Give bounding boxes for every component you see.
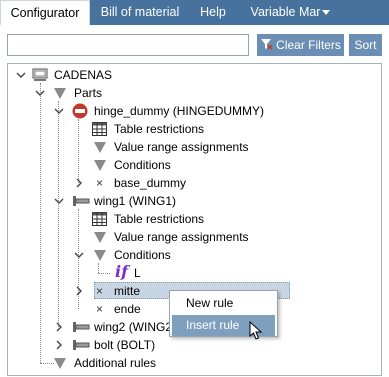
if-keyword: if (115, 262, 128, 281)
tree-node-table-restrictions[interactable]: Table restrictions (0, 120, 389, 138)
stop-icon (72, 103, 88, 119)
tab-help[interactable]: Help (193, 0, 233, 25)
tree-node-label: L (134, 266, 141, 280)
chevron-down-icon[interactable] (54, 196, 64, 206)
sort-button[interactable]: Sort (349, 34, 382, 56)
part-icon (73, 340, 90, 350)
tree-node-parts[interactable]: Parts (0, 84, 389, 102)
tab-bill-of-material[interactable]: Bill of material (92, 0, 188, 25)
tree-line (98, 273, 110, 274)
tree-node-label: Conditions (114, 158, 171, 172)
tree-node-value-range-assignments[interactable]: Value range assignments (0, 138, 389, 156)
configurator-window: Configurator Bill of material Help Varia… (0, 0, 389, 377)
chevron-down-icon[interactable] (74, 250, 84, 260)
tree-node-label: wing1 (WING1) (94, 194, 177, 208)
table-icon (92, 212, 107, 226)
tree-node-label: base_dummy (114, 176, 187, 190)
part-icon (73, 322, 90, 332)
tree-node-value-range-assignments[interactable]: Value range assignments (0, 228, 389, 246)
tree-node-hinge-dummy[interactable]: hinge_dummy (HINGEDUMMY) (0, 102, 389, 120)
table-icon (92, 122, 107, 136)
tree-node-label: CADENAS (54, 68, 113, 82)
clear-filter-icon (260, 35, 273, 57)
tree-node-label: ende (114, 302, 141, 316)
tree-node-conditions[interactable]: Conditions (0, 156, 389, 174)
tab-variable-manager-label: Variable Mar (250, 5, 321, 19)
tree-node-label: hinge_dummy (HINGEDUMMY) (94, 104, 265, 118)
tree-node-label: wing2 (WING2) (94, 320, 177, 334)
part-icon (73, 196, 90, 206)
chevron-right-icon[interactable] (74, 178, 84, 188)
tree-node-wing1[interactable]: wing1 (WING1) (0, 192, 389, 210)
tree-node-additional-rules[interactable]: Additional rules (0, 354, 389, 372)
tree-node-label: bolt (BOLT) (94, 338, 156, 352)
tree-node-label: mitte (114, 284, 141, 298)
filter-icon (54, 88, 66, 99)
menu-item-new-rule[interactable]: New rule (172, 293, 275, 314)
tree-node-table-restrictions[interactable]: Table restrictions (0, 210, 389, 228)
close-icon: × (96, 176, 104, 190)
tree-node-label: Value range assignments (114, 140, 249, 154)
tree-node-label: Value range assignments (114, 230, 249, 244)
clear-filters-button[interactable]: Clear Filters (257, 34, 344, 56)
chevron-down-icon (322, 10, 331, 16)
filter-icon (94, 160, 106, 171)
mouse-cursor-icon (249, 321, 263, 340)
tab-bar: Configurator Bill of material Help Varia… (0, 0, 389, 25)
chevron-down-icon[interactable] (16, 70, 26, 80)
clear-filters-label: Clear Filters (276, 38, 341, 52)
tree-node-label: Table restrictions (114, 212, 205, 226)
filter-icon (94, 250, 106, 261)
chevron-down-icon[interactable] (54, 106, 64, 116)
tree-node-label: Parts (74, 86, 103, 100)
tab-configurator[interactable]: Configurator (0, 0, 90, 25)
tree-node-label: Table restrictions (114, 122, 205, 136)
filter-icon (54, 358, 66, 369)
search-input[interactable] (7, 34, 249, 56)
chevron-right-icon[interactable] (54, 340, 64, 350)
tree-node-bolt[interactable]: bolt (BOLT) (0, 336, 389, 354)
tree-node-if-condition[interactable]: if L (0, 262, 389, 282)
chevron-right-icon[interactable] (54, 322, 64, 332)
tree-node-conditions[interactable]: Conditions (0, 246, 389, 264)
filter-icon (94, 142, 106, 153)
chevron-down-icon[interactable] (35, 88, 45, 98)
computer-icon (32, 68, 48, 81)
tab-variable-manager[interactable]: Variable Mar (242, 0, 339, 25)
filter-icon (94, 232, 106, 243)
close-icon: × (96, 284, 104, 298)
chevron-right-icon[interactable] (74, 286, 84, 296)
tree-node-cadenas[interactable]: CADENAS (0, 66, 389, 84)
tree-node-base-dummy[interactable]: × base_dummy (0, 174, 389, 192)
close-icon: × (96, 302, 104, 316)
tree-node-label: Additional rules (74, 356, 157, 370)
